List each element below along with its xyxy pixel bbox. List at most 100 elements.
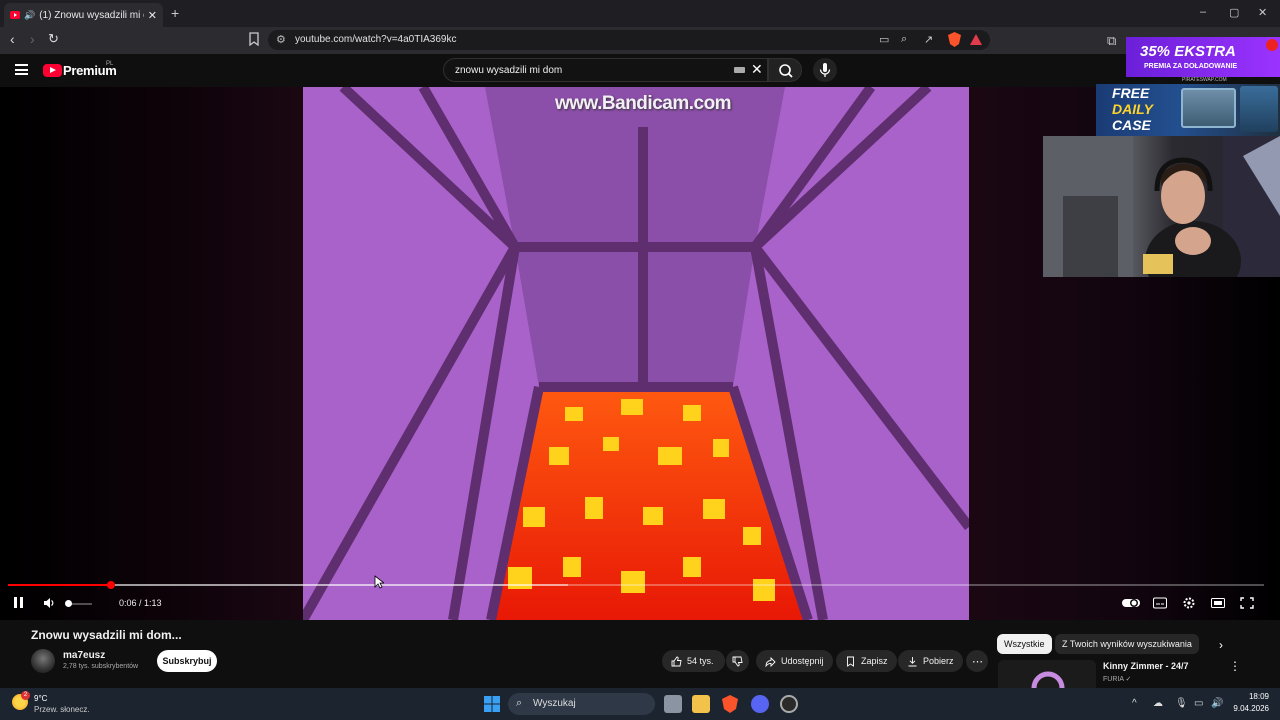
voice-search-button[interactable] [813, 58, 837, 82]
url-text: youtube.com/watch?v=4a0TIA369kc [295, 34, 457, 45]
share-button[interactable]: Udostępnij [756, 650, 833, 672]
taskbar-search-icon: ⌕ [516, 697, 523, 709]
share-label: Udostępnij [781, 656, 824, 666]
channel-name[interactable]: ma7eusz [63, 650, 105, 661]
settings-gear-icon[interactable] [1182, 597, 1196, 609]
browser-tab-strip: 🔊 (1) Znowu wysadzili mi dom... ✕ + – ▢ … [0, 0, 1280, 27]
clear-search-icon[interactable]: ✕ [751, 61, 763, 78]
weather-condition[interactable]: Przew. słonecz. [34, 705, 90, 714]
subscriber-count: 2,78 tys. subskrybentów [63, 663, 139, 670]
recommended-thumbnail[interactable] [998, 660, 1096, 688]
minimize-button[interactable]: – [1200, 6, 1206, 18]
zoom-icon[interactable]: ⌕ [901, 33, 907, 46]
onedrive-icon[interactable]: ☁ [1153, 698, 1163, 709]
sponsor-headline: 35% EKSTRA [1140, 43, 1236, 60]
tab-title: (1) Znowu wysadzili mi dom... [39, 9, 144, 21]
weather-temp[interactable]: 9°C [34, 694, 47, 703]
case-item-icon [1240, 86, 1278, 132]
reload-icon[interactable]: ↻ [48, 31, 59, 47]
share-page-icon[interactable]: ↗ [924, 33, 933, 46]
back-icon[interactable]: ‹ [10, 31, 15, 47]
taskbar-time[interactable]: 18:09 [1233, 692, 1269, 701]
share-icon [765, 656, 776, 667]
sponsor-subline: PREMIA ZA DOŁADOWANIE [1144, 63, 1238, 70]
cast-icon[interactable]: ▭ [879, 33, 889, 46]
search-input-value: znowu wysadzili mi dom [455, 65, 563, 76]
sponsor-badge [1266, 39, 1278, 51]
pause-button[interactable] [14, 597, 23, 608]
theater-mode-icon[interactable] [1211, 597, 1225, 609]
channel-avatar[interactable] [31, 649, 55, 673]
hamburger-menu-icon[interactable] [15, 64, 28, 75]
volume-icon[interactable] [43, 597, 55, 609]
microphone-tray-icon[interactable]: 🎙 [1175, 698, 1188, 709]
download-icon [908, 656, 917, 666]
download-label: Pobierz [923, 656, 954, 666]
bandicam-watermark: www.Bandicam.com [555, 93, 732, 114]
youtube-logo-icon[interactable] [43, 64, 62, 77]
recommended-menu-icon[interactable]: ⋮ [1229, 659, 1241, 673]
thumbs-down-icon [732, 656, 743, 666]
weather-badge: 2 [21, 691, 30, 700]
youtube-favicon-icon [10, 11, 20, 19]
chip-from-search[interactable]: Z Twoich wyników wyszukiwania [1055, 634, 1199, 654]
like-button[interactable]: 54 tys. [662, 650, 725, 672]
save-button[interactable]: Zapisz [836, 650, 897, 672]
extensions-icon[interactable]: ⧉ [1107, 33, 1116, 49]
webcam-scene [1043, 136, 1280, 277]
recommended-title[interactable]: Kinny Zimmer - 24/7 [1103, 661, 1189, 671]
download-button[interactable]: Pobierz [898, 650, 963, 672]
fullscreen-icon[interactable] [1240, 597, 1254, 609]
network-icon[interactable]: ▭ [1194, 698, 1203, 709]
new-tab-button[interactable]: + [171, 5, 179, 21]
more-actions-button[interactable]: ⋯ [966, 650, 988, 672]
bookmark-icon[interactable] [248, 32, 260, 46]
site-settings-icon[interactable]: ⚙ [276, 33, 286, 46]
speaker-tray-icon[interactable]: 🔊 [1211, 698, 1223, 709]
bookmark-save-icon [847, 656, 854, 667]
search-input[interactable]: znowu wysadzili mi dom [443, 58, 768, 82]
speaker-icon[interactable]: 🔊 [24, 10, 35, 21]
taskbar-search[interactable]: ⌕ Wyszukaj [508, 693, 655, 715]
subtitles-icon[interactable] [1153, 597, 1167, 609]
close-tab-icon[interactable]: ✕ [148, 9, 157, 22]
obs-icon[interactable] [780, 695, 798, 713]
maximize-button[interactable]: ▢ [1229, 6, 1239, 19]
search-button[interactable] [768, 58, 802, 82]
brave-browser-icon[interactable] [721, 695, 739, 713]
taskbar-date[interactable]: 9.04.2026 [1228, 704, 1269, 713]
thumbnail-art [998, 660, 1096, 688]
video-frame [303, 87, 969, 620]
forward-icon[interactable]: › [30, 31, 35, 47]
case-line-3: CASE [1112, 117, 1151, 133]
time-display: 0:06 / 1:13 [119, 598, 162, 608]
autoplay-toggle[interactable] [1122, 597, 1140, 609]
case-line-2: DAILY [1112, 101, 1153, 117]
streamer-webcam [1043, 136, 1280, 277]
daily-case-banner: FREE DAILY CASE [1096, 84, 1280, 136]
recommended-channel[interactable]: FURIA ✓ [1103, 675, 1131, 683]
brave-rewards-icon[interactable] [970, 34, 982, 45]
brave-shield-icon[interactable] [948, 32, 961, 47]
minecraft-shaft-scene [303, 87, 969, 620]
tray-overflow-icon[interactable]: ^ [1132, 698, 1137, 709]
chip-all[interactable]: Wszystkie [997, 634, 1052, 654]
browser-tab[interactable]: 🔊 (1) Znowu wysadzili mi dom... ✕ [4, 3, 163, 27]
chip-scroll-right-icon[interactable]: › [1219, 638, 1223, 652]
file-explorer-icon[interactable] [692, 695, 710, 713]
keyboard-icon[interactable] [734, 67, 745, 73]
subscribe-button[interactable]: Subskrybuj [157, 650, 217, 672]
windows-start-icon[interactable] [484, 696, 500, 712]
like-count: 54 tys. [687, 656, 714, 666]
sponsor-site: PIRATESWAP.COM [1182, 77, 1227, 83]
save-label: Zapisz [861, 656, 888, 666]
close-window-button[interactable]: ✕ [1258, 6, 1267, 19]
dislike-button[interactable] [726, 650, 749, 672]
region-code: PL [106, 61, 114, 67]
progress-played [8, 584, 112, 586]
taskbar-search-label: Wyszukaj [533, 698, 576, 709]
discord-icon[interactable] [751, 695, 769, 713]
task-view-icon[interactable] [664, 695, 682, 713]
case-crate-icon [1181, 88, 1236, 128]
mouse-cursor-icon [374, 575, 384, 589]
